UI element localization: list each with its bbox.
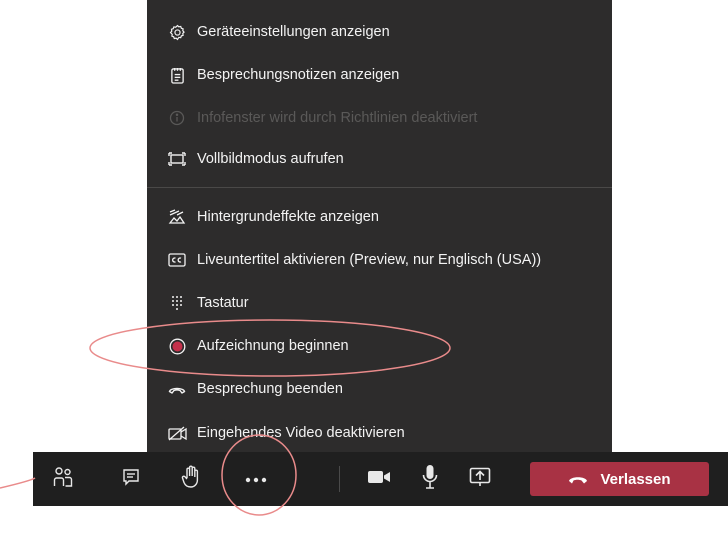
menu-item-end-meeting[interactable]: Besprechung beenden [147, 374, 612, 404]
raise-hand-icon [181, 465, 201, 494]
share-screen-button[interactable] [462, 452, 498, 506]
menu-item-fullscreen[interactable]: Vollbildmodus aufrufen [147, 144, 612, 174]
microphone-button[interactable] [413, 452, 447, 506]
camera-icon [367, 469, 391, 490]
video-off-icon [167, 423, 187, 443]
info-icon [167, 108, 187, 128]
menu-item-label: Vollbildmodus aufrufen [197, 151, 344, 167]
participants-icon [53, 466, 73, 493]
chat-icon [122, 468, 140, 491]
menu-item-keypad[interactable]: Tastatur [147, 288, 612, 318]
meeting-toolbar: Verlassen [33, 452, 728, 506]
toolbar-separator [339, 466, 340, 492]
share-screen-icon [469, 467, 491, 492]
menu-item-label: Aufzeichnung beginnen [197, 338, 349, 354]
menu-item-live-captions[interactable]: Liveuntertitel aktivieren (Preview, nur … [147, 245, 612, 275]
participants-button[interactable] [46, 452, 80, 506]
raise-hand-button[interactable] [174, 452, 208, 506]
menu-item-label: Besprechung beenden [197, 381, 343, 397]
record-icon [167, 336, 187, 356]
hang-up-icon [568, 474, 588, 484]
menu-item-label: Infofenster wird durch Richtlinien deakt… [197, 110, 478, 126]
annotation-stroke-left [0, 477, 36, 489]
more-options-menu: Geräteeinstellungen anzeigen Besprechung… [147, 0, 612, 452]
notes-icon [167, 65, 187, 85]
more-options-button[interactable] [234, 452, 278, 506]
gear-icon [167, 22, 187, 42]
leave-label: Verlassen [600, 470, 671, 488]
background-effects-icon [167, 207, 187, 227]
fullscreen-icon [167, 149, 187, 169]
microphone-icon [422, 464, 438, 495]
menu-item-label: Hintergrundeffekte anzeigen [197, 209, 379, 225]
menu-divider [147, 187, 612, 188]
menu-item-label: Liveuntertitel aktivieren (Preview, nur … [197, 252, 542, 268]
hang-up-icon [167, 379, 187, 399]
camera-button[interactable] [362, 452, 396, 506]
chat-button[interactable] [114, 452, 148, 506]
leave-button[interactable]: Verlassen [530, 462, 709, 496]
menu-item-label: Besprechungsnotizen anzeigen [197, 67, 400, 83]
menu-item-background-effects[interactable]: Hintergrundeffekte anzeigen [147, 202, 612, 232]
menu-item-info-pane-disabled: Infofenster wird durch Richtlinien deakt… [147, 103, 612, 133]
menu-item-label: Eingehendes Video deaktivieren [197, 425, 405, 441]
menu-item-device-settings[interactable]: Geräteeinstellungen anzeigen [147, 17, 612, 47]
menu-item-meeting-notes[interactable]: Besprechungsnotizen anzeigen [147, 60, 612, 90]
menu-item-disable-incoming-video[interactable]: Eingehendes Video deaktivieren [147, 418, 612, 448]
menu-item-start-recording[interactable]: Aufzeichnung beginnen [147, 331, 612, 361]
menu-item-label: Geräteeinstellungen anzeigen [197, 24, 390, 40]
menu-item-label: Tastatur [197, 295, 249, 311]
more-options-icon [245, 470, 267, 488]
keypad-icon [167, 293, 187, 313]
closed-captions-icon [167, 250, 187, 270]
